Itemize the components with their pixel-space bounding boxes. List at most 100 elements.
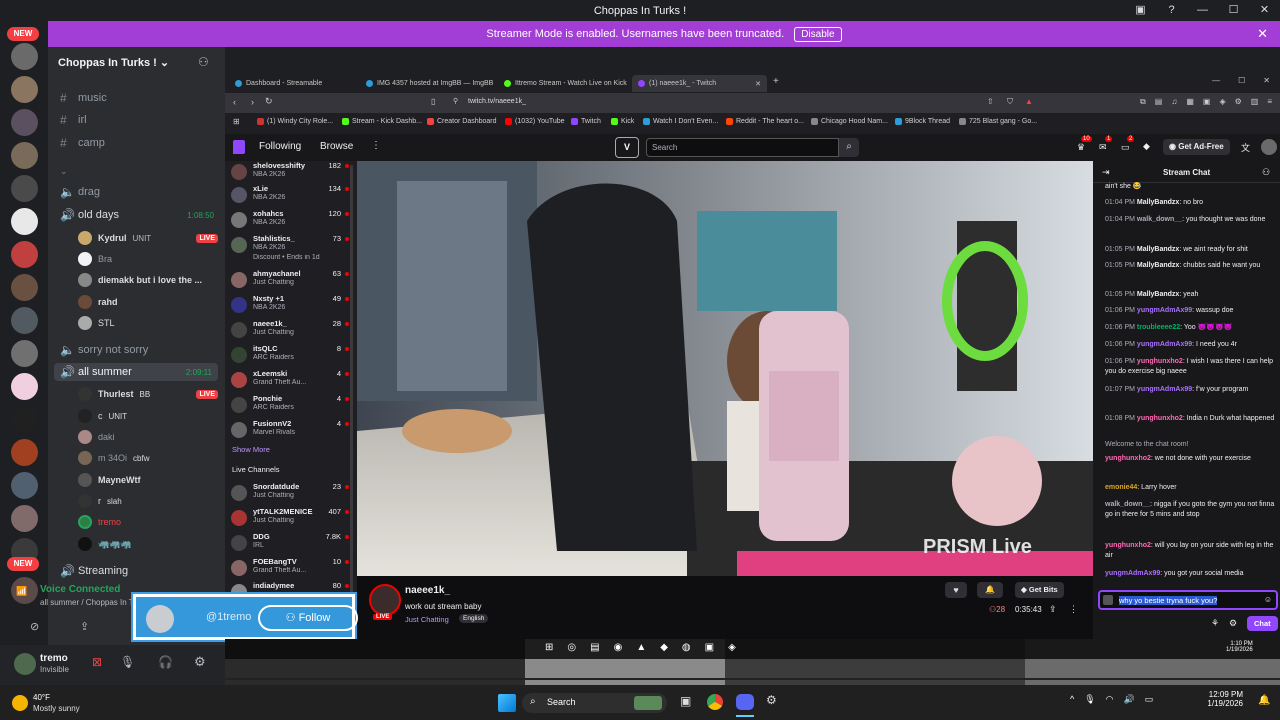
server-icon[interactable] — [11, 406, 38, 433]
show-more-link[interactable]: Show More — [232, 445, 270, 454]
voice-channel-all-summer[interactable]: 🔊 all summer 2:09:11 — [54, 363, 218, 381]
shield-icon[interactable]: ⛉ — [1007, 97, 1013, 107]
add-member-icon[interactable]: ⚇ — [198, 55, 209, 69]
extension-icon[interactable]: ⚙ — [1235, 97, 1242, 107]
brave-rewards-icon[interactable]: ▲ — [1025, 97, 1033, 106]
followed-channel[interactable]: ahmyachanel Just Chatting 63 — [231, 269, 353, 293]
channel-camp[interactable]: # camp — [60, 136, 220, 150]
share-icon[interactable]: ⇧ — [987, 97, 994, 106]
channel-name[interactable]: naeee1k_ — [405, 585, 450, 596]
avatar[interactable] — [14, 653, 36, 675]
server-icon[interactable] — [11, 373, 38, 400]
followed-channel[interactable]: xLeemski Grand Theft Au... 4 — [231, 369, 353, 393]
server-icon[interactable] — [11, 43, 38, 70]
server-icon[interactable] — [11, 76, 38, 103]
bookmark[interactable]: Stream - Kick Dashb... — [342, 118, 422, 125]
get-ad-free-button[interactable]: ◉ Get Ad-Free — [1163, 139, 1230, 155]
voice-user[interactable]: Kydrul UNIT LIVE — [78, 231, 218, 245]
minimize-button[interactable]: — — [1187, 0, 1218, 21]
menu-icon[interactable]: ≡ — [1267, 97, 1272, 107]
voice-user[interactable]: daki — [78, 430, 218, 444]
follow-button[interactable]: ⚇ Follow — [258, 605, 358, 631]
app-icon[interactable]: ◉ — [614, 642, 623, 653]
browser-tab[interactable]: Dashboard - Streamable — [229, 75, 328, 92]
stream-off-icon[interactable]: ⊠ — [92, 655, 102, 669]
extension-icon[interactable]: ▦ — [1186, 97, 1194, 107]
chat-input[interactable]: why yo bestie tryna fuck you? ☺ — [1098, 590, 1278, 610]
site-info-icon[interactable]: ⚲ — [453, 97, 458, 105]
avatar[interactable] — [1261, 139, 1277, 155]
maximize-button[interactable]: ☐ — [1238, 76, 1245, 85]
server-icon[interactable] — [11, 307, 38, 334]
live-channel[interactable]: Snordatdude Just Chatting 23 — [231, 482, 353, 506]
close-button[interactable]: ✕ — [1263, 76, 1270, 85]
voice-user[interactable]: Thurlest BB LIVE — [78, 387, 218, 401]
scrollbar[interactable] — [350, 165, 353, 605]
app-icon[interactable]: ▲ — [636, 642, 646, 653]
camera-off-icon[interactable]: ⊘ — [30, 620, 39, 633]
wifi-icon[interactable]: ◠ — [1106, 694, 1114, 705]
extension-icon[interactable]: ◈ — [1219, 97, 1225, 107]
server-icon[interactable] — [11, 439, 38, 466]
weather-sun-icon[interactable] — [12, 695, 28, 711]
channel-points-icon[interactable]: ⚘ — [1211, 618, 1219, 629]
weather-temp[interactable]: 40°F — [33, 693, 50, 702]
extension-logo-icon[interactable]: V — [615, 137, 639, 158]
avatar[interactable] — [369, 584, 401, 616]
voice-channel-streaming[interactable]: 🔊 Streaming — [60, 564, 220, 578]
notification-bell-icon[interactable]: 🔔 — [977, 582, 1003, 598]
crown-icon[interactable]: ♛ — [1077, 142, 1085, 153]
inbox-icon[interactable]: ▣ — [1125, 0, 1156, 21]
server-icon[interactable] — [11, 109, 38, 136]
windows-start-icon[interactable] — [498, 694, 516, 712]
voice-user[interactable]: tremo — [78, 515, 218, 529]
chat-send-button[interactable]: Chat — [1247, 616, 1278, 631]
followed-channel[interactable]: shelovesshifty NBA 2K26 182 — [231, 161, 353, 185]
voice-user[interactable]: Bra — [78, 252, 218, 266]
bits-icon[interactable]: ◆ — [1143, 141, 1150, 152]
bookmark[interactable]: (1032) YouTube — [505, 118, 565, 125]
close-button[interactable]: ✕ — [1249, 0, 1280, 21]
voice-channel-old-days[interactable]: 🔊 old days 1:08:50 — [60, 208, 220, 222]
voice-user[interactable]: c UNIT — [78, 409, 218, 423]
voice-user[interactable]: r slah — [78, 494, 218, 508]
voice-user[interactable]: m 34Oi cbfw — [78, 451, 218, 465]
bookmark[interactable]: Watch I Don't Even... — [643, 118, 718, 125]
stream-tag[interactable]: English — [459, 614, 489, 623]
apps-grid-icon[interactable]: ⊞ — [233, 117, 240, 126]
new-tab-icon[interactable]: + — [773, 76, 779, 87]
followed-channel[interactable]: itsQLC ARC Raiders 8 — [231, 344, 353, 368]
followed-channel[interactable]: Ponchie ARC Raiders 4 — [231, 394, 353, 418]
server-icon[interactable] — [11, 142, 38, 169]
search-icon[interactable]: ⌕ — [839, 138, 859, 157]
app-icon[interactable]: ◍ — [682, 642, 691, 653]
voice-user[interactable]: rahd — [78, 295, 218, 309]
close-tab-icon[interactable]: ✕ — [755, 80, 761, 88]
microphone-icon[interactable]: 🎙 — [120, 655, 135, 669]
extension-icon[interactable]: ▤ — [1155, 97, 1163, 107]
bookmark[interactable]: Reddit - The heart o... — [726, 118, 804, 125]
channel-music[interactable]: # music — [60, 91, 220, 105]
app-icon[interactable]: ▤ — [590, 642, 599, 653]
bookmark[interactable]: Kick — [611, 118, 634, 125]
bookmark[interactable]: (1) Windy City Role... — [257, 118, 333, 125]
translate-icon[interactable]: 文 — [1241, 141, 1250, 154]
browser-tab-active[interactable]: (1) naeee1k_ - Twitch ✕ — [632, 75, 767, 92]
whispers-icon[interactable]: ▭ — [1121, 142, 1130, 153]
app-icon[interactable]: ◆ — [660, 642, 668, 653]
steam-icon[interactable]: ⚙ — [766, 693, 777, 707]
bookmark[interactable]: 725 Blast gang - Go... — [959, 118, 1037, 125]
server-icon[interactable] — [11, 274, 38, 301]
live-channel[interactable]: FOEBangTV Grand Theft Au... 10 — [231, 557, 353, 581]
heart-follow-icon[interactable]: ♥ — [945, 582, 967, 598]
screen-share-icon[interactable]: ⇪ — [80, 620, 89, 633]
close-banner-icon[interactable]: ✕ — [1257, 26, 1268, 42]
sidebar-icon[interactable]: ▥ — [1251, 97, 1259, 107]
voice-user[interactable]: 🦏🦏🦏 — [78, 537, 218, 551]
more-menu-icon[interactable]: ⋮ — [371, 140, 381, 151]
minimize-button[interactable]: — — [1212, 76, 1220, 85]
taskbar-search[interactable]: ⌕ Search — [522, 693, 667, 713]
music-icon[interactable]: ♫ — [1171, 97, 1177, 107]
followed-channel[interactable]: Stahlistics_ NBA 2K26 Discount • Ends in 1… — [231, 234, 353, 264]
disable-button[interactable]: Disable — [794, 26, 842, 42]
